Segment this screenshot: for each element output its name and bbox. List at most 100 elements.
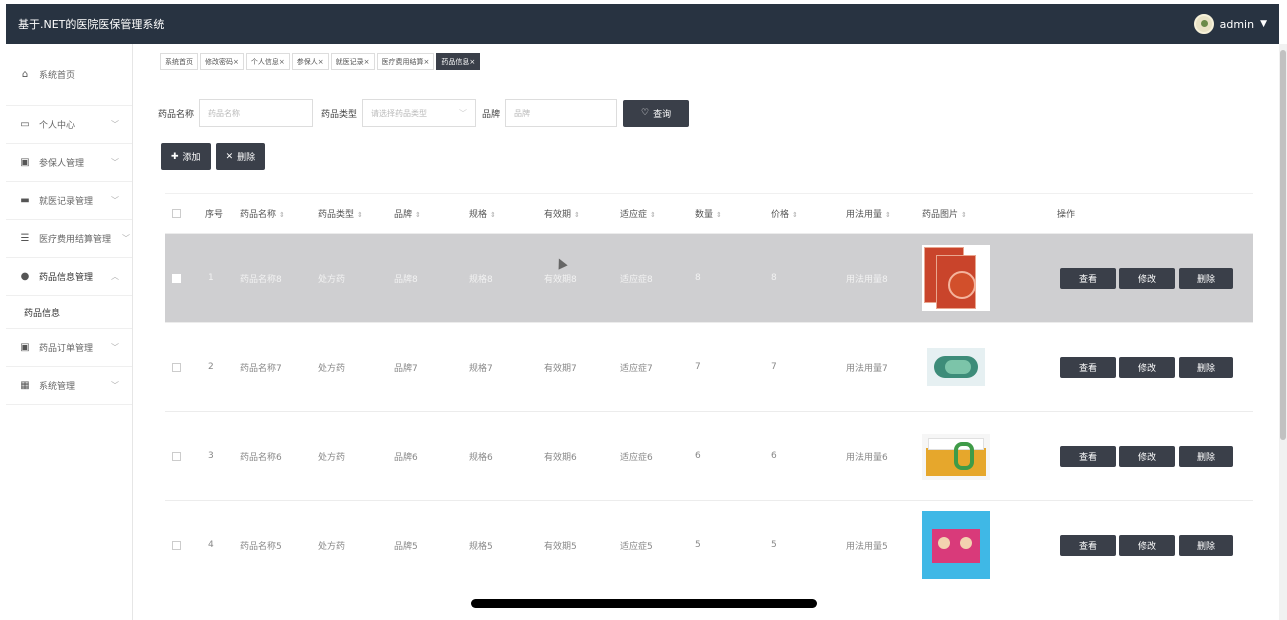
drug-picture[interactable] [922, 434, 990, 480]
chevron-down-icon: ﹀ [111, 158, 119, 167]
edit-button[interactable]: 修改 [1119, 535, 1175, 556]
add-button-label: 添加 [182, 153, 201, 163]
drug-type-label: 药品类型 [321, 109, 358, 120]
sidebar-item-system[interactable]: ▦ 系统管理 ﹀ [6, 367, 132, 405]
caret-down-icon[interactable]: ▼ [1260, 19, 1267, 29]
drug-picture[interactable] [922, 511, 990, 579]
tab-insured[interactable]: 参保人× [291, 53, 329, 70]
user-menu[interactable]: admin ▼ [1193, 14, 1267, 34]
sidebar-item-home[interactable]: ⌂ 系统首页 [6, 44, 132, 106]
tab-home[interactable]: 系统首页 [160, 53, 198, 70]
sort-icon[interactable]: ⇕ [490, 211, 496, 219]
edit-button[interactable]: 修改 [1119, 446, 1175, 467]
sidebar-item-settlement[interactable]: ☰ 医疗费用结算管理 ﹀ [6, 220, 132, 258]
drug-picture[interactable] [927, 348, 985, 386]
edit-button[interactable]: 修改 [1119, 268, 1175, 289]
view-button[interactable]: 查看 [1060, 357, 1116, 378]
cell-qty: 5 [695, 540, 701, 550]
username[interactable]: admin [1220, 18, 1254, 31]
drug-type-select[interactable]: 请选择药品类型 ﹀ [362, 99, 477, 127]
cell-usage: 用法用量7 [846, 363, 888, 374]
col-type[interactable]: 药品类型 ⇕ [318, 207, 363, 220]
blister-shape [945, 360, 971, 374]
col-expiry[interactable]: 有效期 ⇕ [544, 207, 580, 220]
sort-icon[interactable]: ⇕ [415, 211, 421, 219]
select-all-checkbox[interactable] [172, 209, 181, 218]
sort-icon[interactable]: ⇕ [279, 211, 285, 219]
sort-icon[interactable]: ⇕ [885, 211, 891, 219]
sidebar-item-insured[interactable]: ▣ 参保人管理 ﹀ [6, 144, 132, 182]
delete-button[interactable]: 删除 [1179, 535, 1233, 556]
sidebar-item-drug-management[interactable]: ● 药品信息管理 ︿ [6, 258, 132, 296]
row-checkbox[interactable] [172, 540, 181, 550]
cell-type: 处方药 [318, 541, 346, 552]
cell-usage: 用法用量6 [846, 452, 888, 463]
sidebar-item-medical-records[interactable]: ▬ 就医记录管理 ﹀ [6, 182, 132, 220]
drug-picture[interactable] [922, 245, 990, 311]
action-bar: ✚ 添加 ✕ 删除 [161, 143, 266, 170]
cell-type: 处方药 [318, 452, 346, 463]
sidebar-item-personal[interactable]: ▭ 个人中心 ﹀ [6, 106, 132, 144]
col-price-label: 价格 [771, 210, 790, 220]
brand-input[interactable]: 品牌 [505, 99, 618, 127]
sort-icon[interactable]: ⇕ [716, 211, 722, 219]
sort-icon[interactable]: ⇕ [357, 211, 363, 219]
col-brand[interactable]: 品牌 ⇕ [394, 207, 421, 220]
drug-table: 序号 药品名称 ⇕ 药品类型 ⇕ 品牌 ⇕ 规格 ⇕ 有效期 ⇕ 适应症 ⇕ 数量 ⇕ 价格 ⇕… [165, 193, 1253, 589]
cell-type: 处方药 [318, 363, 346, 374]
page-scrollbar[interactable] [1279, 44, 1287, 620]
scrollbar-thumb[interactable] [1280, 50, 1286, 440]
edit-button[interactable]: 修改 [1119, 357, 1175, 378]
avatar[interactable] [1193, 14, 1214, 34]
query-button-label: 查询 [653, 109, 672, 120]
cell-indication: 适应症6 [620, 452, 653, 463]
sidebar-subitem-drug-info[interactable]: 药品信息 [6, 296, 132, 329]
cell-no: 1 [208, 273, 214, 283]
table-row[interactable]: 4 药品名称5 处方药 品牌5 规格5 有效期5 适应症5 5 5 用法用量5 … [165, 500, 1253, 589]
cell-price: 6 [771, 451, 777, 461]
tab-medical-records[interactable]: 就医记录× [330, 53, 375, 70]
sort-icon[interactable]: ⇕ [574, 211, 580, 219]
tab-change-password[interactable]: 修改密码× [200, 53, 244, 70]
cell-expiry: 有效期7 [544, 363, 577, 374]
sort-icon[interactable]: ⇕ [650, 211, 656, 219]
cell-name: 药品名称5 [240, 541, 282, 552]
view-button[interactable]: 查看 [1060, 535, 1116, 556]
col-usage-label: 用法用量 [846, 210, 883, 220]
col-name[interactable]: 药品名称 ⇕ [240, 207, 285, 220]
sort-icon[interactable]: ⇕ [792, 211, 798, 219]
col-name-label: 药品名称 [240, 210, 277, 220]
col-usage[interactable]: 用法用量 ⇕ [846, 207, 891, 220]
drug-name-input[interactable]: 药品名称 [199, 99, 314, 127]
batch-delete-button[interactable]: ✕ 删除 [215, 143, 266, 170]
col-indication[interactable]: 适应症 ⇕ [620, 207, 656, 220]
view-button[interactable]: 查看 [1060, 268, 1116, 289]
sort-icon[interactable]: ⇕ [961, 211, 967, 219]
col-qty[interactable]: 数量 ⇕ [695, 207, 722, 220]
add-button[interactable]: ✚ 添加 [161, 143, 211, 170]
cell-name: 药品名称6 [240, 452, 282, 463]
table-header: 序号 药品名称 ⇕ 药品类型 ⇕ 品牌 ⇕ 规格 ⇕ 有效期 ⇕ 适应症 ⇕ 数量 ⇕ 价格 ⇕… [165, 193, 1253, 233]
tab-personal-info[interactable]: 个人信息× [245, 53, 290, 70]
row-checkbox[interactable] [172, 273, 181, 283]
col-picture[interactable]: 药品图片 ⇕ [922, 207, 967, 220]
delete-button[interactable]: 删除 [1179, 446, 1233, 467]
query-button[interactable]: ♡ 查询 [623, 99, 690, 127]
row-checkbox[interactable] [172, 451, 181, 461]
col-price[interactable]: 价格 ⇕ [771, 207, 798, 220]
col-spec[interactable]: 规格 ⇕ [469, 207, 496, 220]
home-icon: ⌂ [21, 69, 29, 80]
table-row[interactable]: 3 药品名称6 处方药 品牌6 规格6 有效期6 适应症6 6 6 用法用量6 … [165, 411, 1253, 500]
delete-button[interactable]: 删除 [1179, 357, 1233, 378]
table-row[interactable]: 2 药品名称7 处方药 品牌7 规格7 有效期7 适应症7 7 7 用法用量7 … [165, 322, 1253, 411]
cell-brand: 品牌7 [394, 363, 418, 374]
search-bar: 药品名称 药品名称 药品类型 请选择药品类型 ﹀ 品牌 品牌 ♡ 查询 [158, 99, 690, 127]
row-checkbox[interactable] [172, 362, 181, 372]
grid-icon: ▦ [20, 380, 30, 391]
delete-button[interactable]: 删除 [1179, 268, 1233, 289]
tab-drug-info[interactable]: 药品信息× [436, 53, 481, 70]
table-row[interactable]: 1 药品名称8 处方药 品牌8 规格8 有效期8 适应症8 8 8 用法用量8 … [165, 233, 1253, 322]
sidebar-item-drug-orders[interactable]: ▣ 药品订单管理 ﹀ [6, 329, 132, 367]
view-button[interactable]: 查看 [1060, 446, 1116, 467]
tab-settlement[interactable]: 医疗费用结算× [376, 53, 435, 70]
